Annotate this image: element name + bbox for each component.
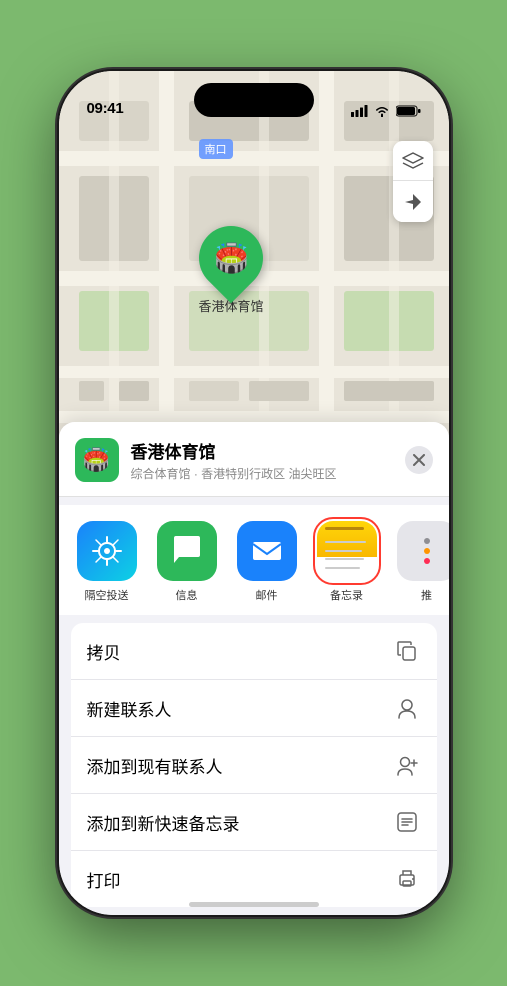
map-controls[interactable]: [393, 141, 433, 222]
note-add-icon: [393, 808, 421, 836]
messages-icon-wrap: [157, 521, 217, 581]
place-subtitle: 综合体育馆 · 香港特别行政区 油尖旺区: [131, 465, 393, 482]
airdrop-label: 隔空投送: [85, 587, 129, 603]
action-add-contact[interactable]: 添加到现有联系人: [71, 737, 437, 794]
action-add-contact-text: 添加到现有联系人: [87, 753, 223, 778]
more-icon-wrap: [397, 521, 449, 581]
place-name: 香港体育馆: [131, 438, 393, 463]
status-time: 09:41: [87, 100, 124, 117]
more-label: 推: [421, 587, 432, 603]
place-info: 香港体育馆 综合体育馆 · 香港特别行政区 油尖旺区: [131, 438, 393, 482]
location-pin: 🏟️ 香港体育馆: [199, 226, 264, 315]
notes-label: 备忘录: [330, 587, 363, 603]
share-item-messages[interactable]: 信息: [151, 521, 223, 603]
action-list: 拷贝 新建联系人: [71, 623, 437, 907]
action-print[interactable]: 打印: [71, 851, 437, 907]
copy-icon: [393, 637, 421, 665]
share-item-airdrop[interactable]: 隔空投送: [71, 521, 143, 603]
place-icon: 🏟️: [75, 438, 119, 482]
person-add-icon: [393, 694, 421, 722]
close-icon: [413, 454, 425, 466]
signal-icon: [351, 105, 368, 117]
phone-frame: 09:41: [59, 71, 449, 915]
printer-icon: [393, 865, 421, 893]
dynamic-island: [194, 83, 314, 117]
battery-icon: [396, 105, 421, 117]
action-add-note[interactable]: 添加到新快速备忘录: [71, 794, 437, 851]
location-button[interactable]: [393, 182, 433, 222]
home-indicator: [189, 902, 319, 907]
bottom-sheet: 🏟️ 香港体育馆 综合体育馆 · 香港特别行政区 油尖旺区: [59, 422, 449, 915]
share-item-more[interactable]: 推: [391, 521, 449, 603]
action-copy[interactable]: 拷贝: [71, 623, 437, 680]
map-layers-icon: [402, 152, 424, 170]
airdrop-icon: [90, 534, 124, 568]
status-icons: [351, 105, 421, 117]
map-label-text: 南口: [205, 144, 227, 156]
airdrop-icon-wrap: [77, 521, 137, 581]
wifi-icon: [374, 105, 390, 117]
messages-icon: [169, 533, 205, 569]
stadium-icon: 🏟️: [214, 242, 249, 275]
mail-label: 邮件: [256, 587, 278, 603]
person-plus-icon: [393, 751, 421, 779]
share-item-notes[interactable]: 备忘录: [311, 521, 383, 603]
messages-label: 信息: [176, 587, 198, 603]
pin-bubble: 🏟️: [186, 213, 277, 304]
action-new-contact[interactable]: 新建联系人: [71, 680, 437, 737]
action-add-note-text: 添加到新快速备忘录: [87, 810, 240, 835]
place-header: 🏟️ 香港体育馆 综合体育馆 · 香港特别行政区 油尖旺区: [59, 422, 449, 497]
share-item-mail[interactable]: 邮件: [231, 521, 303, 603]
notes-lines: [325, 533, 369, 575]
notes-icon-wrap: [317, 521, 377, 581]
map-layers-button[interactable]: [393, 141, 433, 181]
mail-icon: [249, 533, 285, 569]
map-label: 南口: [199, 139, 233, 159]
share-row: 隔空投送 信息: [59, 505, 449, 615]
action-new-contact-text: 新建联系人: [87, 696, 172, 721]
action-print-text: 打印: [87, 867, 121, 892]
location-arrow-icon: [404, 193, 422, 211]
action-copy-text: 拷贝: [87, 639, 121, 664]
close-button[interactable]: [405, 446, 433, 474]
notes-line-1: [325, 527, 365, 530]
mail-icon-wrap: [237, 521, 297, 581]
